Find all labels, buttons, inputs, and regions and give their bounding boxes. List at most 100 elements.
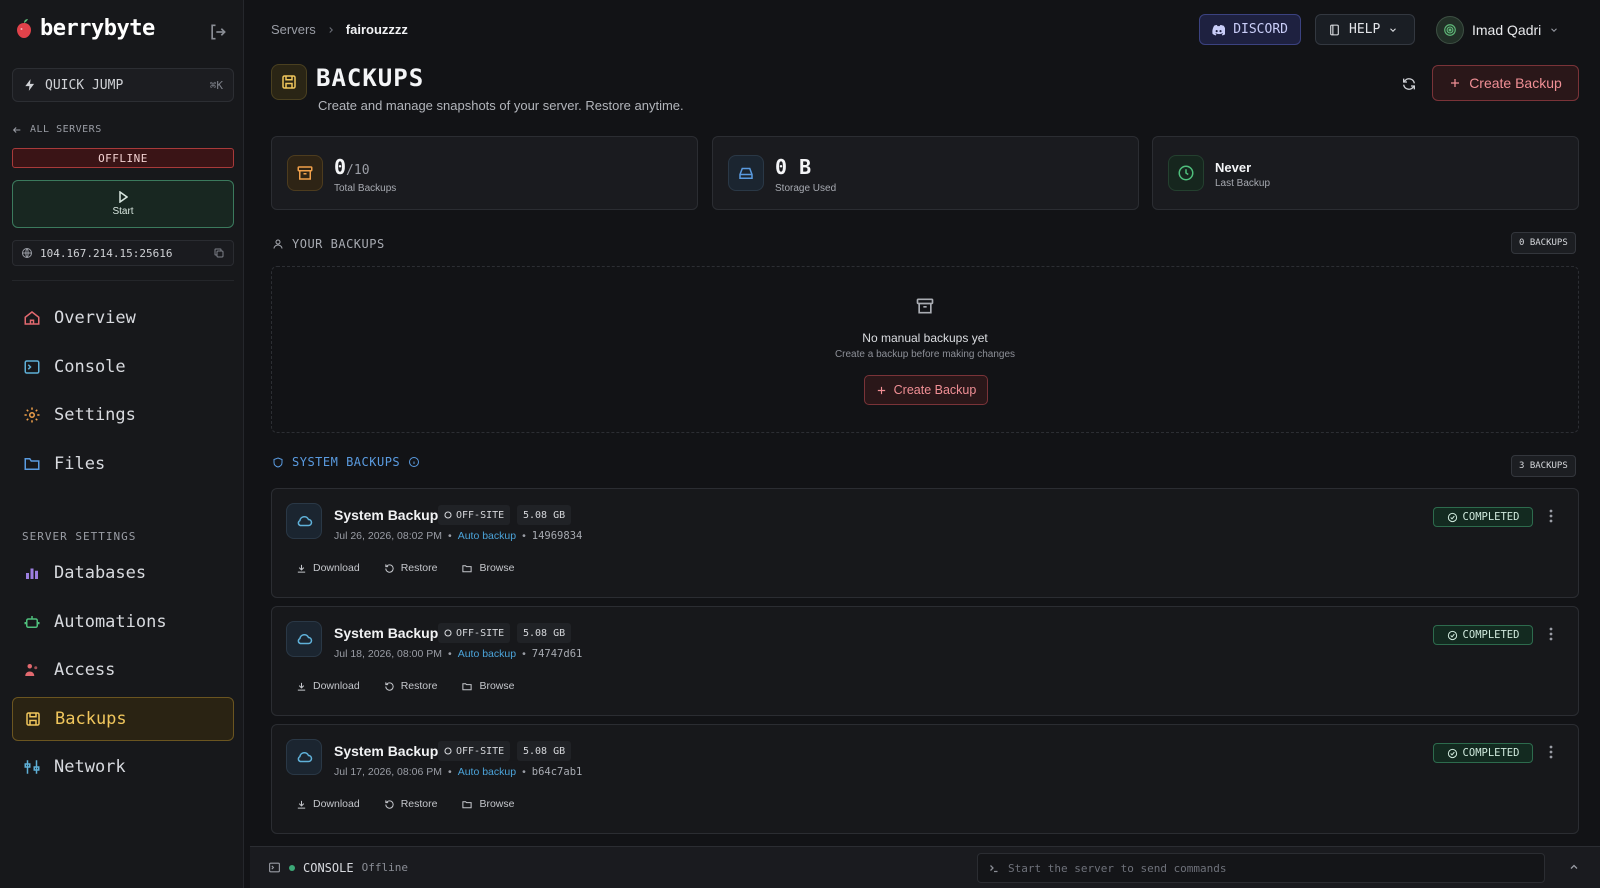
backups-page-icon (271, 64, 307, 100)
all-servers-link[interactable]: ALL SERVERS (12, 124, 102, 135)
archive-icon (916, 298, 934, 314)
backup-actions: Download Restore Browse (296, 798, 514, 810)
folder-open-icon (462, 800, 473, 808)
user-name: Imad Qadri (1472, 21, 1542, 38)
backup-actions: Download Restore Browse (296, 562, 514, 574)
start-server-button[interactable]: Start (12, 180, 234, 228)
sidebar-item-overview[interactable]: Overview (12, 296, 234, 340)
quick-jump-label: QUICK JUMP (45, 77, 124, 93)
your-backups-heading: YOUR BACKUPS (272, 237, 385, 251)
restore-button[interactable]: Restore (384, 562, 437, 574)
stat-storage-label: Storage Used (775, 183, 837, 194)
download-button[interactable]: Download (296, 798, 360, 810)
backup-card: System Backup OFF-SITE 5.08 GB Jul 18, 2… (271, 606, 1579, 716)
refresh-icon[interactable] (1397, 72, 1421, 96)
sidebar-item-automations[interactable]: Automations (12, 600, 234, 644)
download-icon (297, 682, 306, 691)
sidebar-item-label: Databases (54, 563, 147, 583)
sidebar-item-label: Access (54, 660, 116, 680)
meta-separator: • (448, 530, 452, 542)
sidebar-item-databases[interactable]: Databases (12, 551, 234, 595)
meta-separator: • (522, 766, 526, 778)
backup-type: Auto backup (457, 648, 517, 660)
help-button[interactable]: HELP (1315, 14, 1415, 45)
terminal-icon (269, 862, 280, 873)
download-button[interactable]: Download (296, 680, 360, 692)
discord-button[interactable]: DISCORD (1199, 14, 1301, 45)
status-badge: COMPLETED (1433, 625, 1533, 645)
more-options-icon[interactable] (1549, 509, 1553, 523)
browse-label: Browse (479, 680, 515, 692)
more-options-icon[interactable] (1549, 745, 1553, 759)
backup-date: Jul 26, 2026, 08:02 PM (334, 530, 442, 542)
quick-jump-button[interactable]: QUICK JUMP ⌘K (12, 68, 234, 102)
sidebar-item-network[interactable]: Network (12, 745, 234, 789)
stat-last-backup: Never Last Backup (1152, 136, 1579, 210)
restore-button[interactable]: Restore (384, 798, 437, 810)
backup-location: OFF-SITE (456, 509, 505, 521)
sidebar-item-console[interactable]: Console (12, 345, 234, 389)
browse-label: Browse (479, 562, 515, 574)
chevron-up-icon[interactable] (1568, 861, 1580, 873)
meta-separator: • (448, 648, 452, 660)
more-options-icon[interactable] (1549, 627, 1553, 641)
start-label: Start (112, 206, 134, 217)
download-icon (297, 564, 306, 573)
check-circle-icon (1447, 748, 1457, 758)
chevron-down-icon (1390, 27, 1397, 32)
browse-button[interactable]: Browse (461, 680, 514, 692)
create-backup-button-empty[interactable]: Create Backup (864, 375, 988, 405)
brand-logo[interactable]: berrybyte (12, 16, 155, 41)
restore-label: Restore (400, 680, 438, 692)
system-backups-count: 3 BACKUPS (1511, 455, 1576, 477)
check-circle-icon (1447, 512, 1457, 522)
browse-button[interactable]: Browse (461, 562, 514, 574)
backup-title: System Backup (334, 507, 439, 523)
discord-label: DISCORD (1233, 22, 1288, 37)
user-menu[interactable]: Imad Qadri (1436, 14, 1559, 45)
backup-date: Jul 17, 2026, 08:06 PM (334, 766, 442, 778)
plus-icon (1451, 79, 1460, 87)
chart-icon (22, 563, 42, 583)
sidebar-item-settings[interactable]: Settings (12, 393, 234, 437)
logout-icon[interactable] (208, 22, 230, 44)
stat-storage-value: 0 B (775, 155, 812, 179)
avatar-icon (1444, 23, 1456, 36)
restore-icon (385, 563, 394, 573)
check-circle-icon (1447, 630, 1457, 640)
sidebar-item-files[interactable]: Files (12, 442, 234, 486)
breadcrumb-servers[interactable]: Servers (271, 22, 316, 37)
console-status[interactable]: CONSOLE Offline (268, 861, 408, 875)
help-label: HELP (1349, 22, 1381, 37)
sidebar-item-label: Automations (54, 611, 167, 632)
create-backup-button[interactable]: Create Backup (1432, 65, 1579, 101)
browse-label: Browse (479, 798, 515, 810)
archive-icon (287, 155, 323, 191)
browse-button[interactable]: Browse (461, 798, 514, 810)
backup-actions: Download Restore Browse (296, 680, 514, 692)
sidebar-divider (12, 280, 234, 281)
backup-meta: Jul 17, 2026, 08:06 PM • Auto backup • b… (334, 766, 582, 778)
stat-last-label: Last Backup (1215, 178, 1271, 189)
sidebar-item-access[interactable]: Access (12, 648, 234, 692)
console-label: CONSOLE (303, 860, 354, 875)
empty-title: No manual backups yet (862, 331, 988, 345)
chevron-down-icon (1551, 27, 1558, 32)
restore-button[interactable]: Restore (384, 680, 438, 692)
sidebar-item-label: Settings (54, 405, 136, 425)
copy-icon[interactable] (213, 247, 225, 259)
brand-name: berrybyte (40, 16, 155, 41)
backup-location: OFF-SITE (456, 745, 505, 757)
info-icon[interactable] (408, 456, 420, 468)
download-button[interactable]: Download (296, 562, 360, 574)
users-icon (22, 660, 42, 680)
status-label: COMPLETED (1462, 511, 1520, 523)
download-icon (297, 800, 306, 809)
console-input-placeholder: Start the server to send commands (1008, 861, 1227, 875)
your-backups-count: 0 BACKUPS (1511, 232, 1576, 254)
sidebar-item-backups[interactable]: Backups (12, 696, 234, 741)
home-icon (22, 308, 42, 328)
console-command-input[interactable]: Start the server to send commands (977, 853, 1545, 883)
sidebar-item-label: Console (54, 356, 126, 377)
stat-storage-used: 0 B Storage Used (712, 136, 1139, 210)
